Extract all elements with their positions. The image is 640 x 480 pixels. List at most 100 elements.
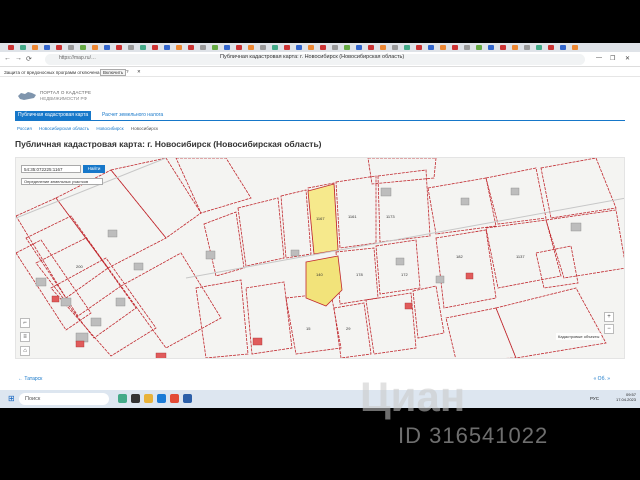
reload-icon[interactable]: ⟳: [26, 55, 32, 63]
parcel-label[interactable]: 1167: [316, 216, 325, 221]
tab-favicon[interactable]: [548, 45, 554, 50]
edge-icon[interactable]: [157, 394, 166, 403]
back-icon[interactable]: ←: [4, 55, 11, 62]
tab-favicon[interactable]: [104, 45, 110, 50]
ruler-icon[interactable]: ⌐: [20, 318, 30, 328]
minimize-icon[interactable]: —: [596, 55, 602, 61]
tab-favicon[interactable]: [296, 45, 302, 50]
parcel-label[interactable]: 1161: [348, 214, 357, 219]
folder-icon[interactable]: [144, 394, 153, 403]
windows-start-icon[interactable]: ⊞: [8, 394, 15, 403]
tab-favicon[interactable]: [272, 45, 278, 50]
tab-favicon[interactable]: [116, 45, 122, 50]
cadastral-map[interactable]: 140 1167 1161 1173 172 178 182 1137 200 …: [15, 157, 625, 359]
parcel-label[interactable]: 172: [401, 272, 408, 277]
watermark-id: ID 316541022: [398, 423, 549, 448]
tab-land-tax[interactable]: Расчет земельного налога: [102, 111, 163, 120]
breadcrumb-item[interactable]: Россия: [17, 126, 32, 131]
tab-favicon[interactable]: [380, 45, 386, 50]
tab-favicon[interactable]: [20, 45, 26, 50]
tab-favicon[interactable]: [248, 45, 254, 50]
tab-favicon[interactable]: [392, 45, 398, 50]
taskbar-search-input[interactable]: Поиск: [19, 393, 109, 405]
tab-favicon[interactable]: [332, 45, 338, 50]
rosreestr-logo[interactable]: [17, 90, 37, 102]
tab-favicon[interactable]: [344, 45, 350, 50]
task-view-icon[interactable]: [131, 394, 140, 403]
tab-favicon[interactable]: [452, 45, 458, 50]
tab-favicon[interactable]: [428, 45, 434, 50]
tab-favicon[interactable]: [260, 45, 266, 50]
tab-favicon[interactable]: [404, 45, 410, 50]
window-title: Публичная кадастровая карта: г. Новосиби…: [220, 54, 405, 60]
tab-favicon[interactable]: [8, 45, 14, 50]
breadcrumb-item[interactable]: Новосибирск: [96, 126, 123, 131]
layer-select[interactable]: Определение земельных участков: [21, 178, 103, 185]
map-canvas[interactable]: 140 1167 1161 1173 172 178 182 1137 200 …: [16, 158, 625, 359]
tab-favicon[interactable]: [80, 45, 86, 50]
tab-favicon[interactable]: [44, 45, 50, 50]
tab-favicon[interactable]: [560, 45, 566, 50]
parcel-label[interactable]: 182: [456, 254, 463, 259]
tab-favicon[interactable]: [152, 45, 158, 50]
watermark: Циан ID 316541022: [360, 373, 600, 453]
tab-public-map[interactable]: Публичная кадастровая карта: [15, 111, 92, 120]
parcel-label[interactable]: 29: [346, 326, 351, 331]
store-icon[interactable]: [183, 394, 192, 403]
tab-favicon[interactable]: [464, 45, 470, 50]
tab-favicon[interactable]: [212, 45, 218, 50]
parcel-label[interactable]: 1173: [386, 214, 395, 219]
tab-favicon[interactable]: [140, 45, 146, 50]
tab-favicon[interactable]: [308, 45, 314, 50]
tab-favicon[interactable]: [92, 45, 98, 50]
parcel-label[interactable]: 178: [356, 272, 363, 277]
tab-favicon[interactable]: [320, 45, 326, 50]
tab-favicon[interactable]: [476, 45, 482, 50]
tab-favicon[interactable]: [32, 45, 38, 50]
tab-favicon[interactable]: [128, 45, 134, 50]
help-icon[interactable]: ?: [126, 69, 129, 74]
tab-favicon[interactable]: [188, 45, 194, 50]
app-icon[interactable]: [118, 394, 127, 403]
map-legend[interactable]: Кадастровые объекты: [556, 333, 602, 340]
tab-favicon[interactable]: [368, 45, 374, 50]
tab-favicon[interactable]: [488, 45, 494, 50]
tab-favicon[interactable]: [176, 45, 182, 50]
zoom-in-icon[interactable]: +: [604, 312, 614, 322]
browser-tabstrip: [0, 43, 640, 52]
zoom-out-icon[interactable]: −: [604, 324, 614, 334]
tab-favicon[interactable]: [164, 45, 170, 50]
back-link[interactable]: ← Татарск: [18, 376, 42, 382]
home-icon[interactable]: ⌂: [20, 346, 30, 356]
tab-favicon[interactable]: [224, 45, 230, 50]
tab-favicon[interactable]: [536, 45, 542, 50]
tab-favicon[interactable]: [56, 45, 62, 50]
parcel-label[interactable]: 15: [306, 326, 311, 331]
parcel-label[interactable]: 1137: [516, 254, 525, 259]
tab-favicon[interactable]: [200, 45, 206, 50]
forward-icon[interactable]: →: [15, 55, 22, 62]
cadastral-search-input[interactable]: 54:35:072225:1167: [21, 165, 81, 173]
tab-favicon[interactable]: [572, 45, 578, 50]
url-text[interactable]: https://map.ru/…: [59, 55, 96, 61]
system-clock[interactable]: 09:57 17.04.2023: [616, 392, 636, 402]
tab-favicon[interactable]: [68, 45, 74, 50]
parcel-label[interactable]: 140: [316, 272, 323, 277]
notification-close-icon[interactable]: ✕: [137, 69, 141, 75]
tab-favicon[interactable]: [416, 45, 422, 50]
tab-favicon[interactable]: [356, 45, 362, 50]
breadcrumb-item[interactable]: Новосибирская область: [39, 126, 89, 131]
search-button[interactable]: Найти: [83, 165, 105, 173]
layers-icon[interactable]: ≡: [20, 332, 30, 342]
tab-favicon[interactable]: [524, 45, 530, 50]
tab-favicon[interactable]: [440, 45, 446, 50]
tab-favicon[interactable]: [284, 45, 290, 50]
tab-favicon[interactable]: [500, 45, 506, 50]
enable-button[interactable]: Включить: [100, 69, 127, 76]
chrome-icon[interactable]: [170, 394, 179, 403]
tab-favicon[interactable]: [512, 45, 518, 50]
close-icon[interactable]: ✕: [625, 55, 630, 62]
maximize-icon[interactable]: ❐: [610, 55, 615, 62]
parcel-label[interactable]: 200: [76, 264, 83, 269]
tab-favicon[interactable]: [236, 45, 242, 50]
